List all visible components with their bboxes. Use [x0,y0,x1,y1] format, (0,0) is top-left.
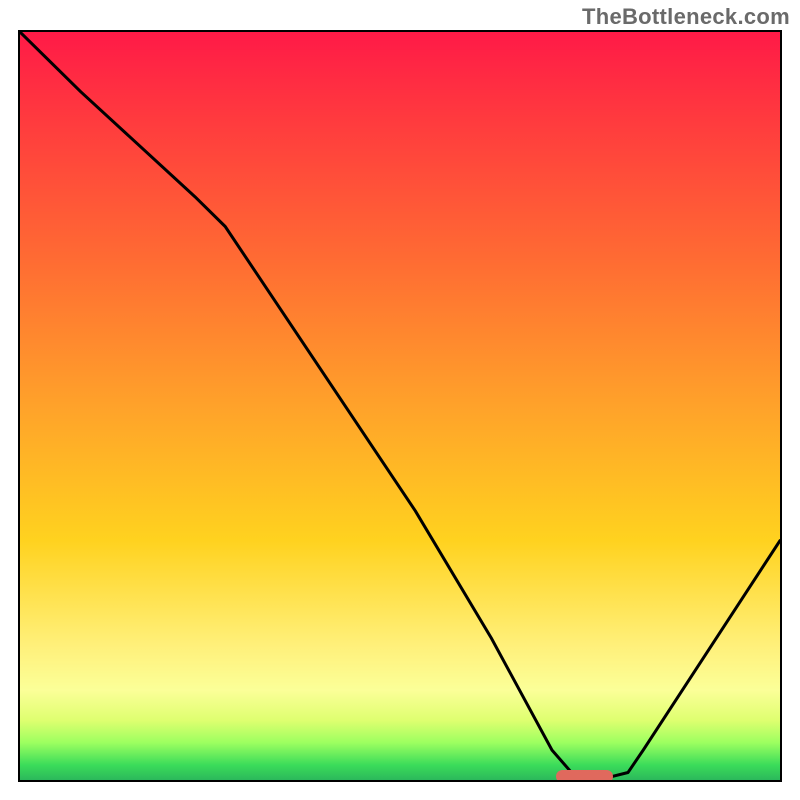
curve-line [20,32,780,776]
chart-container: TheBottleneck.com [0,0,800,800]
plot-frame [18,30,782,782]
bottleneck-marker [556,770,613,782]
chart-svg [20,32,780,780]
watermark-text: TheBottleneck.com [582,4,790,30]
